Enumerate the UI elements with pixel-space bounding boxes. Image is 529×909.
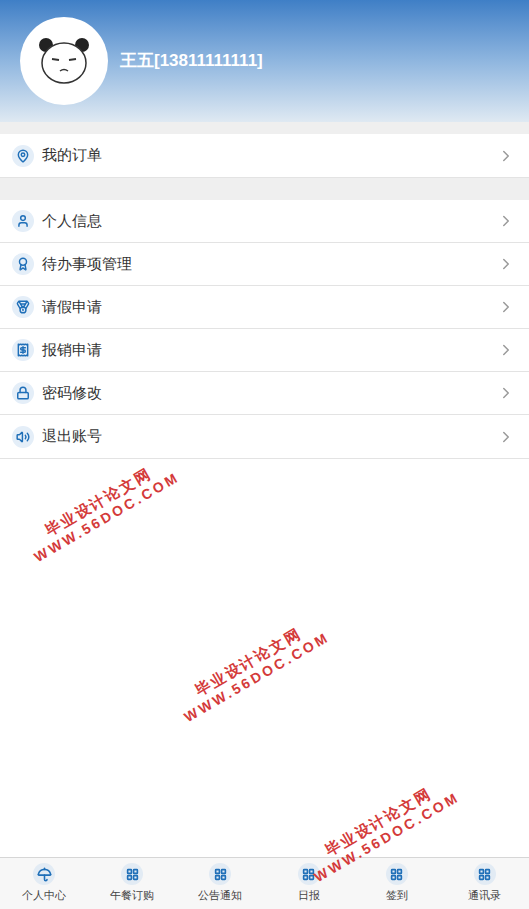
- tab-item[interactable]: 通讯录: [441, 858, 529, 909]
- menu-item-label: 我的订单: [42, 144, 497, 167]
- tab-label: 通讯录: [468, 887, 501, 904]
- menu-item[interactable]: 我的订单: [0, 134, 529, 177]
- chevron-right-icon: [497, 428, 515, 446]
- menu-item[interactable]: 个人信息: [0, 200, 529, 243]
- tab-item[interactable]: 午餐订购: [88, 858, 176, 909]
- tab-item[interactable]: 个人中心: [0, 858, 88, 909]
- app: 王五[13811111111] 我的订单个人信息待办事项管理请假申请报销申请密码修…: [0, 0, 529, 909]
- chevron-right-icon: [497, 298, 515, 316]
- chevron-right-icon: [497, 147, 515, 165]
- chevron-right-icon: [497, 384, 515, 402]
- chevron-right-icon: [497, 255, 515, 273]
- menu-item[interactable]: 密码修改: [0, 372, 529, 415]
- menu-item-icon: [12, 339, 34, 361]
- menu-item[interactable]: 退出账号: [0, 415, 529, 458]
- menu-item-icon: [12, 253, 34, 275]
- tab-label: 日报: [298, 887, 320, 904]
- menu-item-label: 个人信息: [42, 210, 497, 233]
- umbrella-icon: [33, 863, 55, 885]
- tab-item[interactable]: 签到: [353, 858, 441, 909]
- menu-item[interactable]: 请假申请: [0, 286, 529, 329]
- menu-item[interactable]: 待办事项管理: [0, 243, 529, 286]
- chevron-right-icon: [497, 341, 515, 359]
- watermark: 毕业设计论文网WWW.56DOC.COM: [22, 453, 182, 566]
- menu-item-label: 待办事项管理: [42, 253, 497, 276]
- menu-item-label: 请假申请: [42, 296, 497, 319]
- chevron-right-icon: [497, 212, 515, 230]
- menu-item-icon: [12, 296, 34, 318]
- menu-item-icon: [12, 382, 34, 404]
- grid-icon: [386, 863, 408, 885]
- tab-label: 午餐订购: [110, 887, 154, 904]
- tab-label: 公告通知: [198, 887, 242, 904]
- tab-item[interactable]: 日报: [265, 858, 353, 909]
- menu-item-label: 退出账号: [42, 425, 497, 448]
- menu-item-icon: [12, 426, 34, 448]
- menu-item[interactable]: 报销申请: [0, 329, 529, 372]
- tab-bar: 个人中心 午餐订购 公告通知 日报 签到 通讯录: [0, 857, 529, 909]
- grid-icon: [298, 863, 320, 885]
- grid-icon: [121, 863, 143, 885]
- menu-group: 我的订单: [0, 122, 529, 178]
- grid-icon: [474, 863, 496, 885]
- tab-label: 签到: [386, 887, 408, 904]
- menu-item-label: 报销申请: [42, 339, 497, 362]
- user-name: 王五[13811111111]: [120, 48, 263, 74]
- profile-header: 王五[13811111111]: [0, 0, 529, 122]
- menu-item-label: 密码修改: [42, 382, 497, 405]
- grid-icon: [209, 863, 231, 885]
- tab-item[interactable]: 公告通知: [176, 858, 264, 909]
- avatar-face-icon: [34, 31, 94, 91]
- menu-item-icon: [12, 145, 34, 167]
- avatar[interactable]: [20, 17, 108, 105]
- content: 我的订单个人信息待办事项管理请假申请报销申请密码修改退出账号毕业设计论文网WWW…: [0, 122, 529, 857]
- watermark: 毕业设计论文网WWW.56DOC.COM: [172, 613, 332, 726]
- tab-label: 个人中心: [22, 887, 66, 904]
- menu-item-icon: [12, 210, 34, 232]
- menu-group: 个人信息待办事项管理请假申请报销申请密码修改退出账号: [0, 178, 529, 459]
